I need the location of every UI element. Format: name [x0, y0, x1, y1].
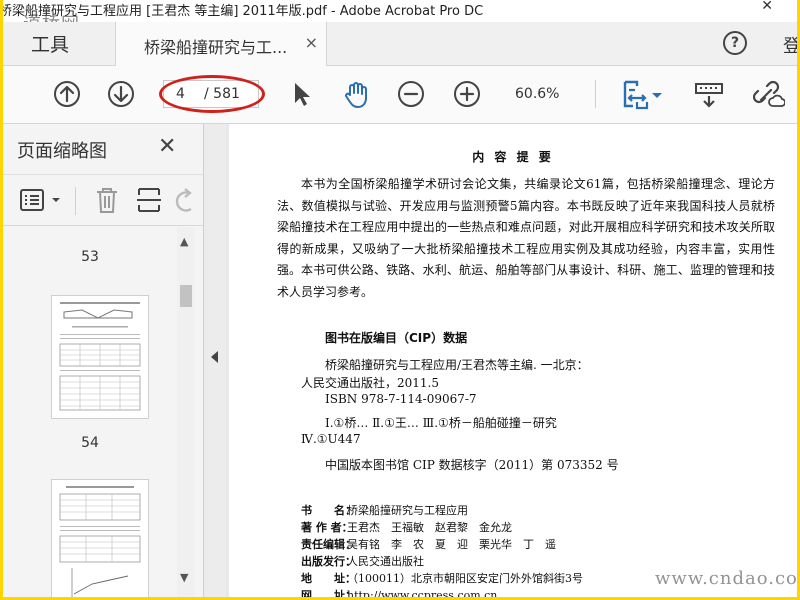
thumbnail-page-number[interactable]: 53 — [3, 249, 177, 265]
zoom-out-icon[interactable] — [395, 78, 427, 110]
select-cursor-icon[interactable] — [285, 78, 317, 110]
document-view[interactable]: 内 容 提 要 本书为全国桥梁船撞学术研讨会论文集，共编录论文61篇，包括桥梁船… — [226, 124, 797, 597]
thumbnail-scrollbar[interactable]: ▲ ▼ — [177, 227, 195, 597]
cip-line: Ⅳ.①U447 — [301, 432, 361, 446]
info-row-address: 地 址：（100011）北京市朝阳区安定门外外馆斜街3号 — [301, 570, 583, 586]
thumbnail-list[interactable]: 53 54 — [3, 227, 177, 597]
login-button[interactable]: 登 — [783, 32, 797, 58]
panel-title: 页面缩略图 — [17, 141, 107, 162]
window-close-icon[interactable]: ✕ — [761, 0, 773, 14]
collapse-panel-icon[interactable] — [211, 351, 218, 363]
share-link-icon[interactable] — [753, 78, 785, 110]
panel-close-icon[interactable]: ✕ — [158, 134, 176, 159]
panel-divider — [75, 187, 76, 215]
pdf-page: 内 容 提 要 本书为全国桥梁船撞学术研讨会论文集，共编录论文61篇，包括桥梁船… — [229, 124, 797, 597]
watermark-bottom: www.cndao.com — [655, 568, 797, 589]
options-dropdown-icon[interactable] — [51, 195, 61, 205]
cip-title: 图书在版编目（CIP）数据 — [325, 331, 468, 345]
next-page-icon[interactable] — [105, 78, 137, 110]
info-row-editors: 责任编辑：吴有铭 李 农 夏 迎 栗光华 丁 遥 — [301, 536, 556, 552]
hand-tool-icon[interactable] — [341, 78, 373, 110]
info-row-authors: 著 作 者：王君杰 王福敏 赵君黎 金允龙 — [301, 519, 512, 535]
info-key: 网 址： — [301, 589, 356, 597]
thumbnail-options-icon[interactable] — [19, 187, 49, 215]
info-key: 书 名： — [301, 504, 356, 517]
info-row-website: 网 址：http://www.ccpress.com.cn — [301, 587, 497, 597]
cip-line: 中国版本图书馆 CIP 数据核字（2011）第 073352 号 — [325, 458, 619, 472]
info-row-publisher: 出版发行：人民交通出版社 — [301, 553, 424, 569]
info-value: 人民交通出版社 — [347, 555, 424, 568]
cip-line: 桥梁船撞研究与工程应用/王君杰等主编. 一北京： — [325, 358, 589, 372]
help-icon[interactable]: ? — [723, 31, 747, 55]
panel-collapse-strip[interactable] — [204, 124, 226, 597]
panel-toolbar — [3, 174, 203, 226]
info-key: 地 址： — [301, 572, 356, 585]
info-value: （100011）北京市朝阳区安定门外外馆斜街3号 — [347, 572, 583, 585]
page-thumbnail[interactable] — [51, 479, 149, 597]
fit-page-icon[interactable] — [619, 78, 651, 110]
scroll-down-icon[interactable]: ▼ — [180, 571, 188, 584]
info-key: 责任编辑： — [301, 538, 356, 551]
cip-line: ISBN 978-7-114-09067-7 — [325, 392, 477, 406]
thumbnail-preview — [59, 486, 141, 597]
acrobat-window: 桥梁船撞研究与工程应用 [王君杰 等主编] 2011年版.pdf - Adobe… — [3, 0, 797, 597]
delete-page-icon[interactable] — [93, 185, 121, 215]
read-mode-icon[interactable] — [693, 78, 725, 110]
summary-heading: 内 容 提 要 — [472, 150, 554, 164]
thumbnail-preview — [59, 302, 141, 411]
scrollbar-thumb[interactable] — [180, 285, 192, 307]
cip-line: 人民交通出版社，2011.5 — [301, 376, 439, 390]
tab-close-icon[interactable]: × — [305, 33, 318, 52]
info-value: 吴有铭 李 农 夏 迎 栗光华 丁 遥 — [347, 538, 556, 551]
thumbnail-page-number[interactable]: 54 — [3, 435, 177, 451]
zoom-level-field[interactable]: 60.6% — [515, 86, 559, 102]
title-bar: 桥梁船撞研究与工程应用 [王君杰 等主编] 2011年版.pdf - Adobe… — [3, 0, 797, 22]
main-toolbar: 4 / 581 60.6% — [3, 66, 797, 124]
info-value: http://www.ccpress.com.cn — [347, 589, 498, 597]
rotate-page-icon[interactable] — [175, 187, 197, 215]
cip-line: Ⅰ.①桥… Ⅱ.①王… Ⅲ.①桥－船舶碰撞－研究 — [325, 416, 557, 430]
page-thumbnails-panel: 页面缩略图 ✕ 53 54 ▲ ▼ — [3, 124, 204, 597]
info-key: 出版发行： — [301, 555, 356, 568]
info-value: 桥梁船撞研究与工程应用 — [347, 504, 468, 517]
tab-document-label: 桥梁船撞研究与工... — [144, 38, 288, 57]
info-row-title: 书 名：桥梁船撞研究与工程应用 — [301, 502, 468, 518]
fit-page-dropdown-icon[interactable] — [649, 78, 665, 110]
tab-bar: 工具 桥梁船撞研究与工... × ? 登 — [3, 22, 797, 67]
zoom-in-icon[interactable] — [451, 78, 483, 110]
summary-paragraph: 本书可供公路、铁路、水利、航运、船舶等部门从事设计、科研、施工、监理的管理和技术… — [277, 263, 775, 299]
extract-page-icon[interactable] — [135, 185, 163, 215]
previous-page-icon[interactable] — [51, 78, 83, 110]
toolbar-divider — [595, 80, 596, 108]
red-highlight-ellipse — [159, 75, 265, 113]
tab-tools[interactable]: 工具 — [3, 22, 113, 66]
tab-document[interactable]: 桥梁船撞研究与工... × — [115, 22, 327, 67]
page-thumbnail[interactable] — [51, 295, 149, 419]
scroll-up-icon[interactable]: ▲ — [180, 235, 188, 248]
info-key: 著 作 者： — [301, 521, 353, 534]
info-value: 王君杰 王福敏 赵君黎 金允龙 — [347, 521, 512, 534]
